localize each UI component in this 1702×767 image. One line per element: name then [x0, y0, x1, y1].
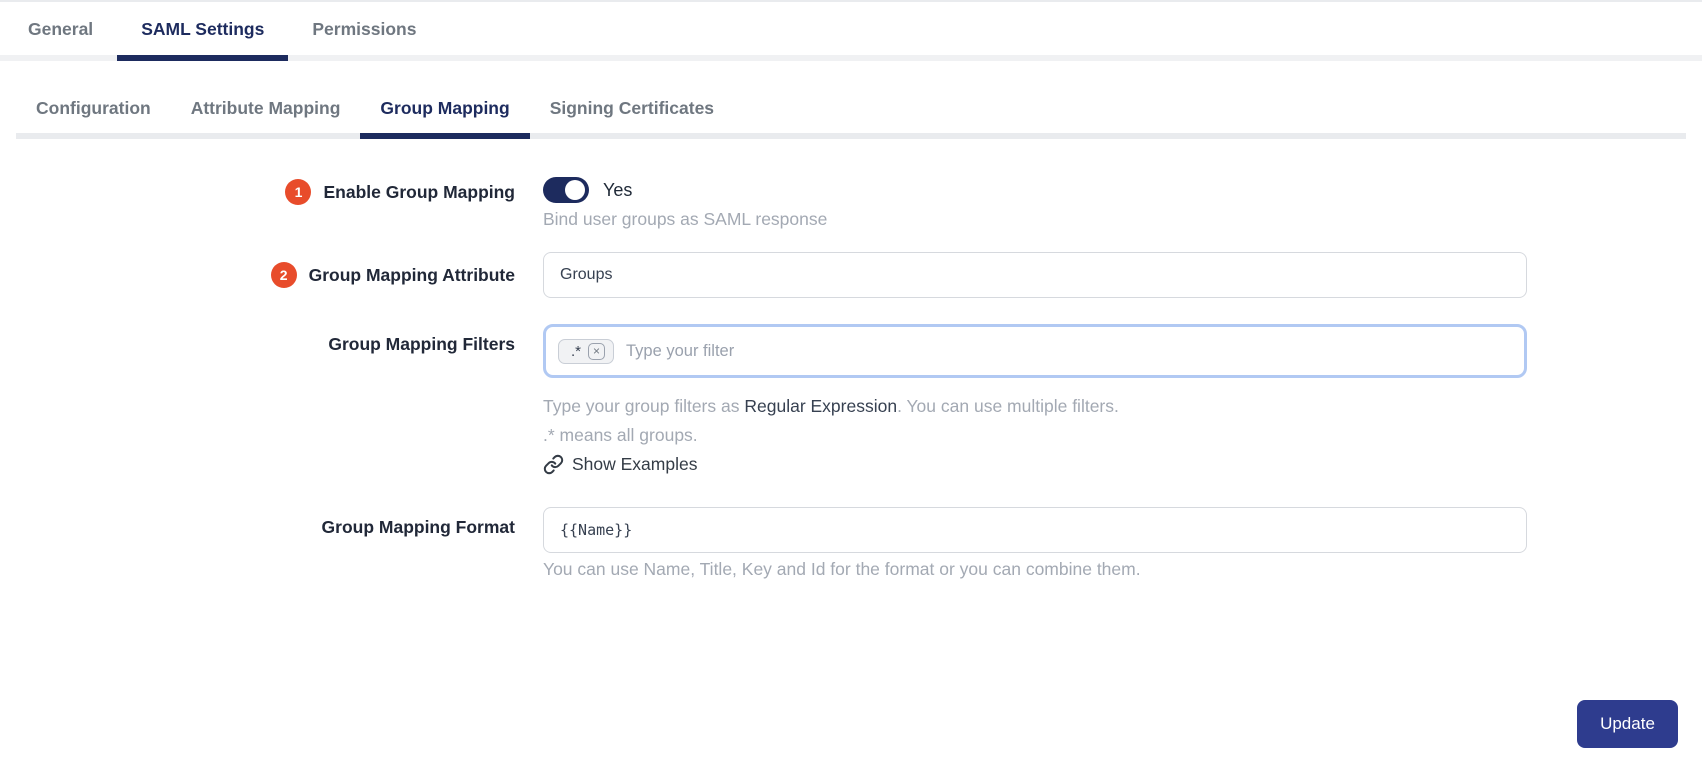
filter-tag-remove-icon[interactable]: × [588, 342, 606, 360]
filters-help-line-2: .* means all groups. [543, 425, 698, 445]
enable-group-mapping-toggle[interactable] [543, 177, 589, 203]
group-mapping-attribute-label-col: 2 Group Mapping Attribute [0, 252, 515, 288]
update-button[interactable]: Update [1577, 700, 1678, 748]
group-mapping-filters-field[interactable]: .* × [543, 324, 1527, 378]
enable-group-mapping-help: Bind user groups as SAML response [543, 209, 828, 229]
enable-group-mapping-label: Enable Group Mapping [323, 181, 515, 202]
group-mapping-filters-value-col: .* × Type your group filters as Regular … [543, 324, 1527, 480]
step-2-badge: 2 [270, 262, 297, 288]
enable-group-mapping-label-col: 1 Enable Group Mapping [0, 169, 515, 205]
group-mapping-attribute-label: Group Mapping Attribute [308, 264, 515, 285]
tab-general[interactable]: General [4, 2, 117, 55]
enable-group-mapping-value-col: Yes Bind user groups as SAML response [543, 169, 1527, 230]
show-examples-link[interactable]: Show Examples [543, 450, 697, 479]
subtab-attribute-mapping[interactable]: Attribute Mapping [171, 86, 361, 133]
group-mapping-format-value-col: You can use Name, Title, Key and Id for … [543, 507, 1527, 580]
show-examples-label: Show Examples [572, 454, 698, 474]
group-mapping-attribute-input[interactable] [543, 252, 1527, 298]
toggle-knob [565, 180, 585, 200]
subtab-signing-certificates-label: Signing Certificates [549, 98, 715, 118]
group-mapping-format-help: You can use Name, Title, Key and Id for … [543, 559, 1141, 579]
tab-saml-settings-label: SAML Settings [141, 19, 265, 39]
group-mapping-format-label: Group Mapping Format [321, 517, 515, 537]
tab-permissions[interactable]: Permissions [288, 2, 440, 55]
filters-help-suffix: . You can use multiple filters. [897, 396, 1119, 416]
tab-permissions-label: Permissions [312, 19, 417, 39]
group-mapping-attribute-row: 2 Group Mapping Attribute [0, 252, 1702, 298]
group-mapping-filters-input[interactable] [626, 341, 1512, 361]
filters-help-line-1: Type your group filters as Regular Expre… [543, 392, 1527, 421]
subtab-configuration-label: Configuration [36, 98, 151, 118]
group-mapping-format-label-col: Group Mapping Format [0, 507, 515, 538]
subtab-group-mapping[interactable]: Group Mapping [360, 86, 531, 139]
group-mapping-filters-label-col: Group Mapping Filters [0, 324, 515, 355]
group-mapping-form: 1 Enable Group Mapping Yes Bind user gro… [0, 169, 1702, 748]
filters-help-prefix: Type your group filters as [543, 396, 745, 416]
subtab-signing-certificates[interactable]: Signing Certificates [530, 86, 734, 133]
filter-tag-value: .* [571, 342, 582, 360]
group-mapping-attribute-value-col [543, 252, 1527, 298]
filters-help-block: Type your group filters as Regular Expre… [543, 392, 1527, 480]
enable-group-mapping-toggle-line: Yes [543, 169, 1527, 203]
group-mapping-filters-label: Group Mapping Filters [328, 334, 515, 354]
group-mapping-filters-row: Group Mapping Filters .* × Type your gro… [0, 324, 1702, 480]
filter-tag: .* × [558, 338, 615, 364]
filters-help-strong: Regular Expression [744, 396, 898, 416]
subtab-group-mapping-label: Group Mapping [380, 98, 510, 118]
group-mapping-format-input[interactable] [543, 507, 1527, 553]
saml-subtabbar: Configuration Attribute Mapping Group Ma… [16, 86, 1686, 139]
toggle-state-label: Yes [603, 179, 633, 200]
form-actions: Update [0, 700, 1678, 748]
subtab-configuration[interactable]: Configuration [16, 86, 171, 133]
link-icon [543, 454, 564, 475]
step-1-badge: 1 [285, 179, 312, 205]
tab-saml-settings[interactable]: SAML Settings [117, 2, 289, 61]
tab-general-label: General [28, 19, 94, 39]
enable-group-mapping-row: 1 Enable Group Mapping Yes Bind user gro… [0, 169, 1702, 230]
group-mapping-format-row: Group Mapping Format You can use Name, T… [0, 507, 1702, 580]
settings-tabbar: General SAML Settings Permissions [0, 2, 1702, 61]
subtab-attribute-mapping-label: Attribute Mapping [190, 98, 341, 118]
